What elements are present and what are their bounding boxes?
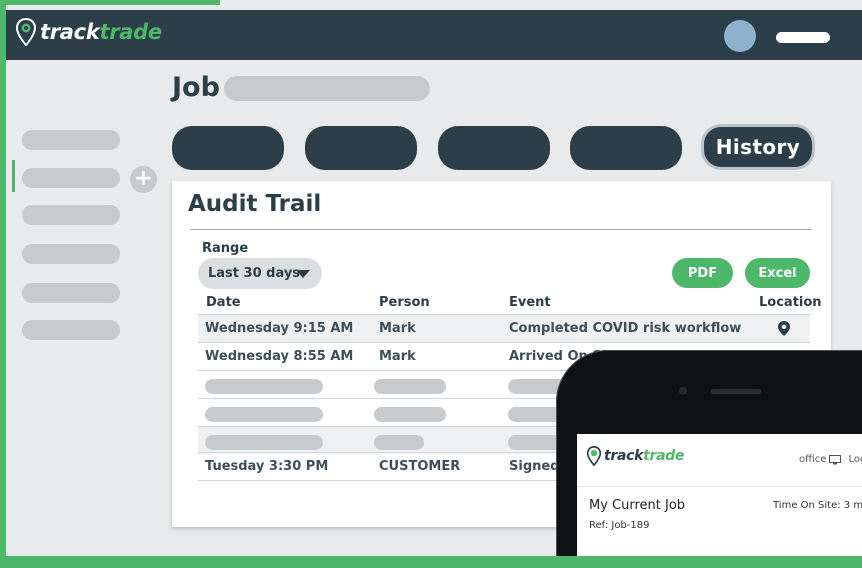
row-date: Wednesday 8:55 AM bbox=[205, 349, 354, 364]
time-on-site: Time On Site: 3 minu bbox=[773, 500, 862, 511]
range-dropdown[interactable]: Last 30 days bbox=[198, 258, 322, 289]
row-event: Signed bbox=[509, 459, 560, 474]
row-date: Tuesday 3:30 PM bbox=[205, 459, 329, 474]
mobile-header-divider bbox=[577, 486, 862, 487]
phone-speaker bbox=[711, 389, 761, 394]
job-reference: Ref: Job-189 bbox=[589, 520, 650, 531]
top-nav-bar: tracktrade bbox=[6, 10, 862, 60]
sidebar-item-1[interactable] bbox=[22, 130, 120, 150]
error-icon: ✕ bbox=[772, 558, 780, 562]
job-name-placeholder bbox=[224, 76, 430, 101]
mobile-step-tile[interactable]: ✓ bbox=[839, 556, 862, 562]
tab-4[interactable] bbox=[570, 126, 682, 170]
caret-down-icon bbox=[296, 270, 310, 278]
user-avatar[interactable] bbox=[724, 20, 756, 52]
pdf-button[interactable]: PDF bbox=[672, 258, 733, 288]
sidebar-item-4[interactable] bbox=[22, 244, 120, 264]
mobile-step-tile[interactable]: ✕ bbox=[740, 556, 784, 562]
mobile-step-tile[interactable]: ✓ bbox=[690, 556, 734, 562]
brand-accent-strip bbox=[0, 0, 220, 5]
column-header-location[interactable]: Location bbox=[759, 295, 822, 310]
logo-wordmark: tracktrade bbox=[40, 20, 162, 44]
page-title: Job bbox=[172, 72, 220, 103]
add-icon[interactable]: + bbox=[130, 166, 157, 193]
mobile-office-link[interactable]: office Log bbox=[799, 454, 862, 465]
row-person: CUSTOMER bbox=[379, 459, 461, 474]
location-pin-icon[interactable] bbox=[778, 321, 790, 336]
audit-trail-title: Audit Trail bbox=[188, 191, 322, 217]
location-pin-logo-icon bbox=[16, 18, 36, 46]
tracktrade-logo[interactable]: tracktrade bbox=[16, 18, 162, 46]
tab-history[interactable]: History bbox=[701, 124, 815, 170]
mobile-step-tile[interactable]: ✓ bbox=[591, 556, 635, 562]
mobile-phone-mockup: tracktrade office Log My Current Job Tim… bbox=[556, 350, 862, 562]
tab-1[interactable] bbox=[172, 126, 284, 170]
table-row[interactable]: Wednesday 9:15 AM Mark Completed COVID r… bbox=[198, 314, 810, 342]
phone-camera bbox=[679, 387, 687, 395]
row-date: Wednesday 9:15 AM bbox=[205, 321, 354, 336]
check-icon: ✓ bbox=[623, 558, 631, 562]
location-pin-logo-icon bbox=[587, 446, 601, 466]
title-divider bbox=[190, 229, 812, 230]
column-header-date[interactable]: Date bbox=[206, 295, 241, 310]
excel-button[interactable]: Excel bbox=[745, 258, 810, 288]
sidebar-item-6[interactable] bbox=[22, 320, 120, 340]
sidebar-item-2[interactable] bbox=[22, 168, 120, 188]
mobile-tracktrade-logo[interactable]: tracktrade bbox=[587, 446, 685, 466]
check-icon: ✓ bbox=[722, 558, 730, 562]
user-name-placeholder[interactable] bbox=[776, 32, 830, 43]
app-frame: tracktrade Job + History Audit Trail Ran… bbox=[6, 0, 862, 562]
mobile-screen: tracktrade office Log My Current Job Tim… bbox=[577, 434, 862, 562]
error-icon: ✕ bbox=[821, 558, 829, 562]
placeholder-bar bbox=[374, 379, 446, 394]
column-header-person[interactable]: Person bbox=[379, 295, 430, 310]
mobile-job-title: My Current Job bbox=[589, 498, 686, 513]
office-label: office bbox=[799, 454, 827, 465]
sidebar-item-3[interactable] bbox=[22, 205, 120, 225]
placeholder-bar bbox=[205, 407, 323, 422]
tab-2[interactable] bbox=[305, 126, 417, 170]
logout-link[interactable]: Log bbox=[848, 454, 862, 465]
tab-3[interactable] bbox=[438, 126, 550, 170]
mobile-step-tile[interactable]: ✕ bbox=[789, 556, 833, 562]
row-person: Mark bbox=[379, 321, 416, 336]
range-value: Last 30 days bbox=[208, 266, 301, 281]
sidebar-active-marker bbox=[12, 160, 15, 192]
mobile-step-tile[interactable]: ✓ bbox=[641, 556, 685, 562]
row-event: Completed COVID risk workflow bbox=[509, 321, 742, 336]
placeholder-bar bbox=[205, 379, 323, 394]
mobile-logo-wordmark: tracktrade bbox=[604, 448, 685, 464]
placeholder-bar bbox=[374, 407, 446, 422]
placeholder-bar bbox=[374, 435, 424, 450]
row-person: Mark bbox=[379, 349, 416, 364]
range-label: Range bbox=[202, 241, 249, 256]
sidebar-item-5[interactable] bbox=[22, 283, 120, 303]
column-header-event[interactable]: Event bbox=[509, 295, 551, 310]
placeholder-bar bbox=[205, 435, 323, 450]
check-icon: ✓ bbox=[673, 558, 681, 562]
monitor-icon bbox=[829, 454, 842, 464]
